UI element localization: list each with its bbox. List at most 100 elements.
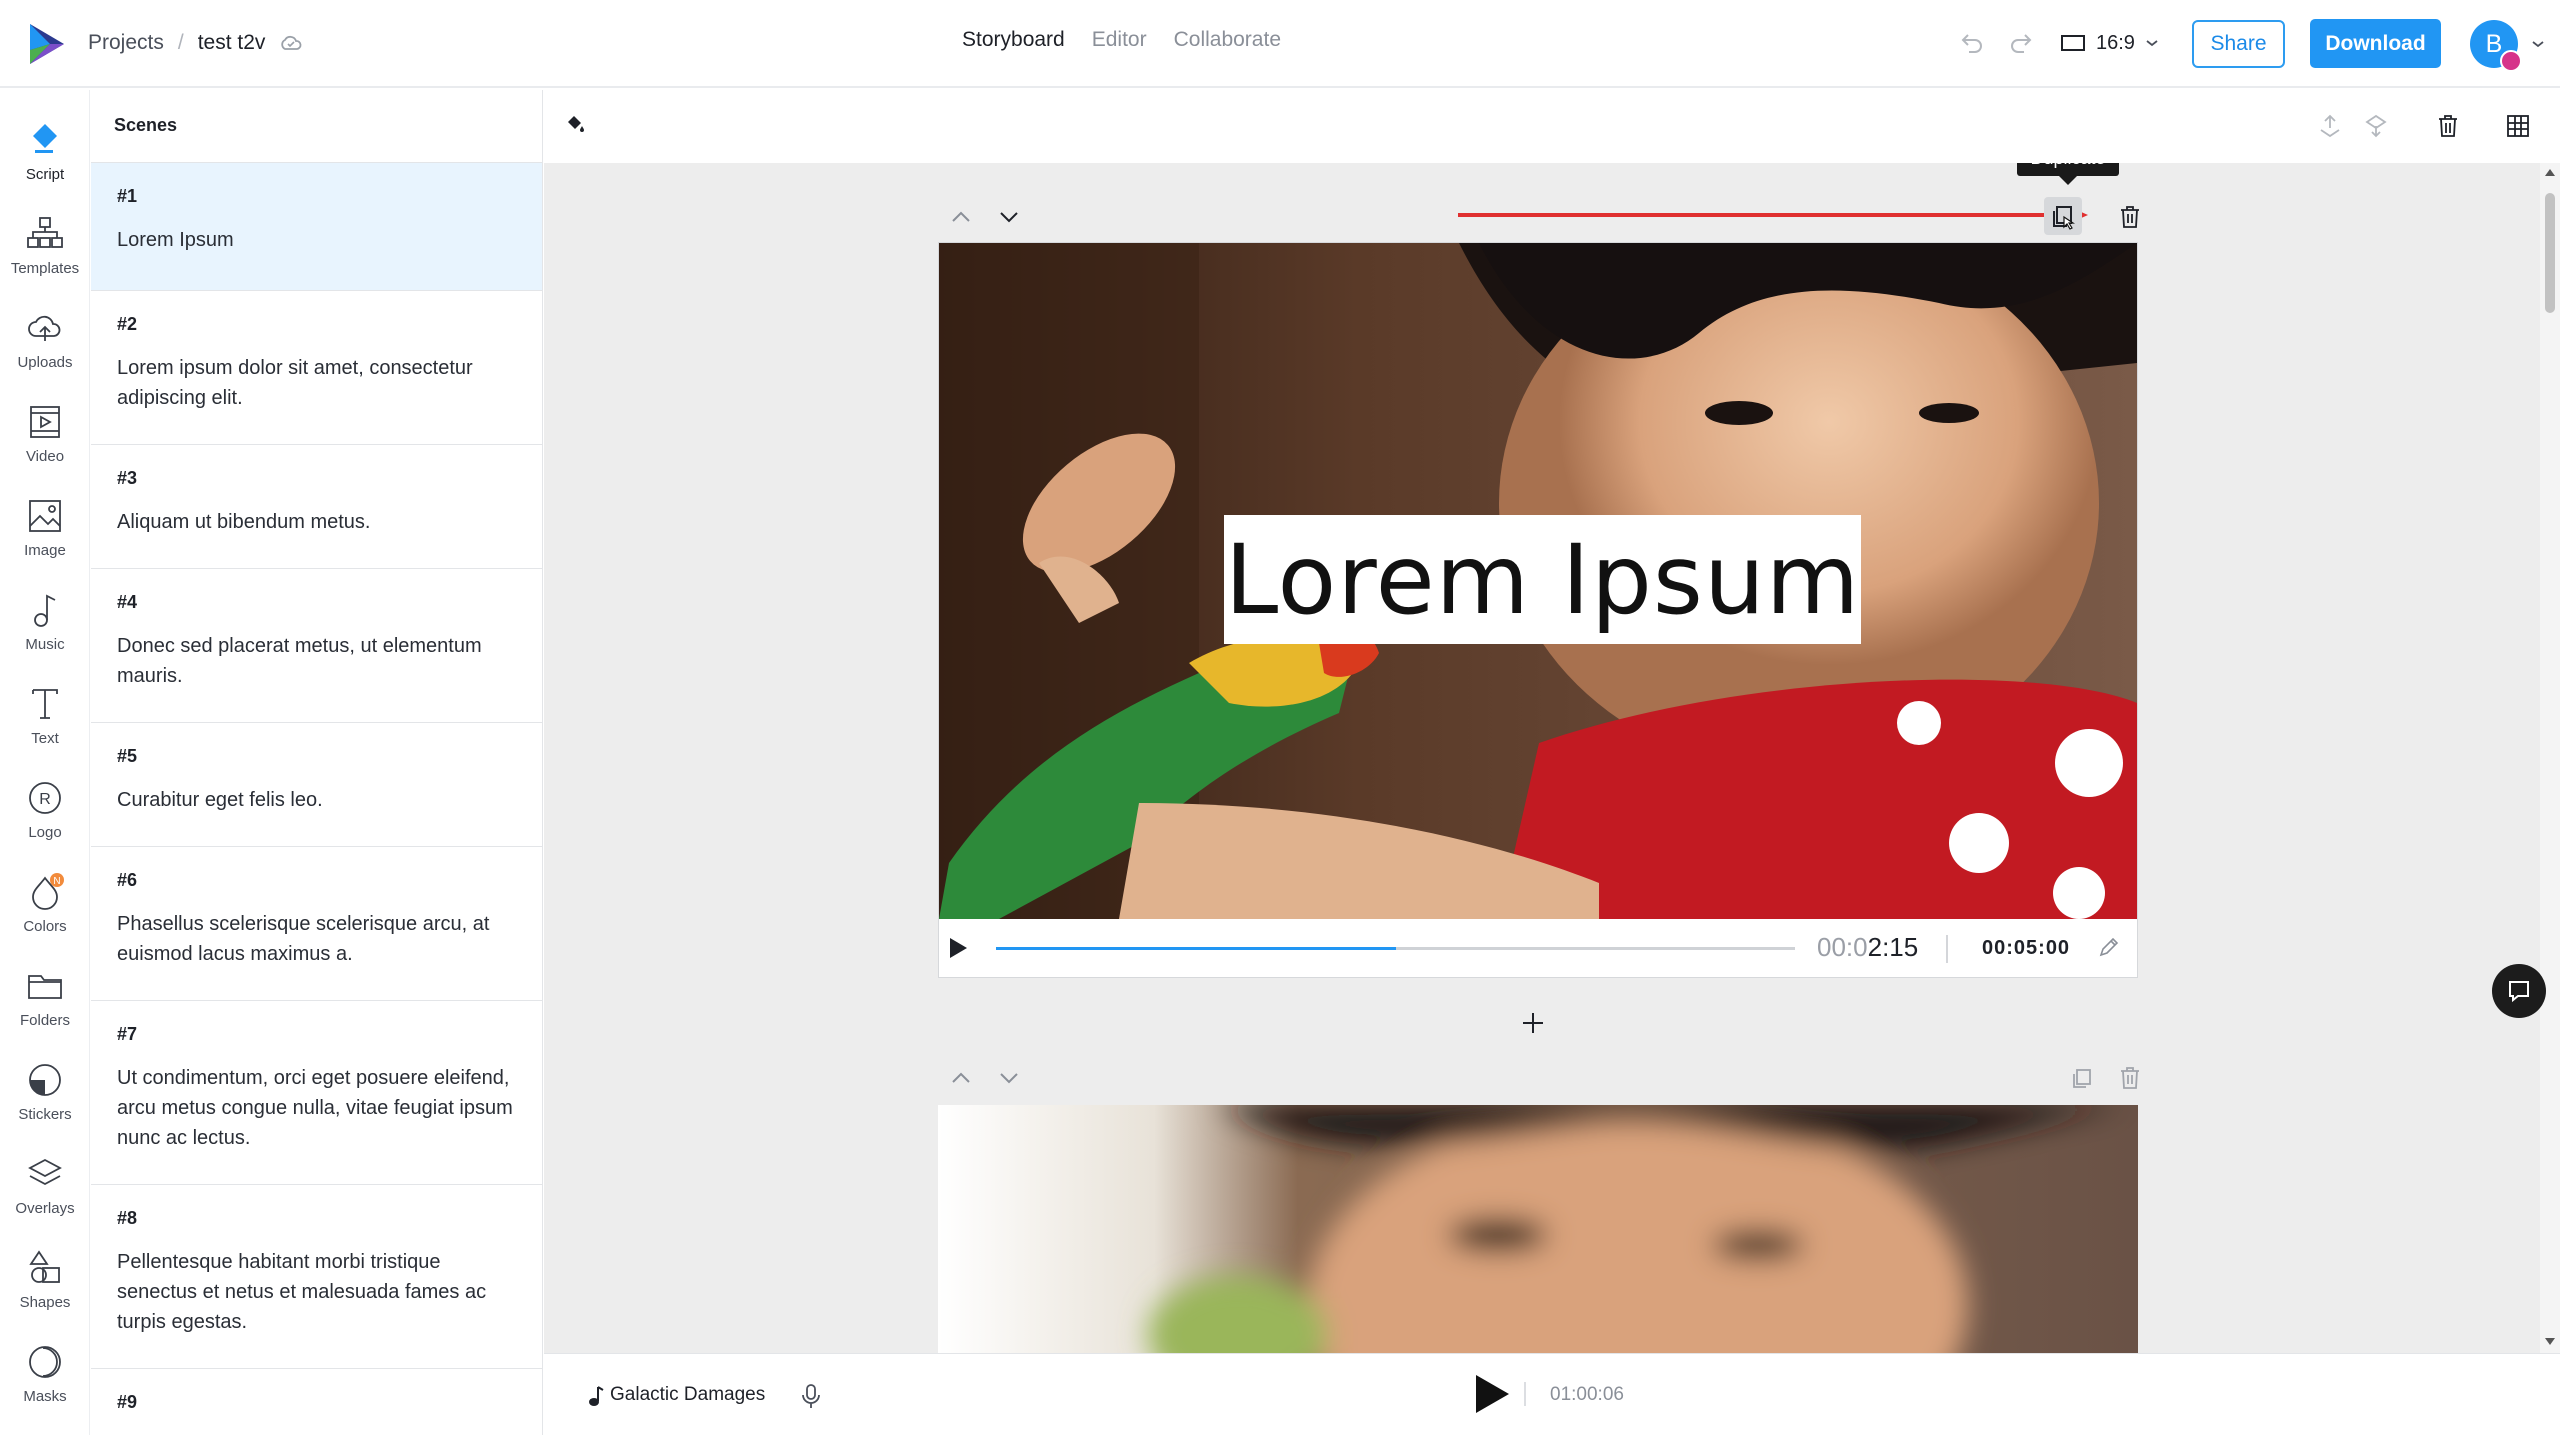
scene-item-1[interactable]: #1 Lorem Ipsum: [91, 163, 542, 291]
progress-bar[interactable]: [996, 947, 1795, 950]
scene-text[interactable]: Pellentesque habitant morbi tristique se…: [117, 1247, 518, 1357]
paint-bucket-icon[interactable]: [564, 112, 586, 134]
scene-item-7[interactable]: #7 Ut condimentum, orci eget posuere ele…: [91, 1001, 542, 1185]
rail-label: Text: [31, 730, 59, 747]
scene-card-2[interactable]: [938, 1105, 2138, 1353]
scene-number: #2: [117, 314, 138, 334]
scene-text[interactable]: Ut condimentum, orci eget posuere eleife…: [117, 1063, 518, 1173]
scene-item-2[interactable]: #2 Lorem ipsum dolor sit amet, consectet…: [91, 291, 542, 445]
rail-item-templates[interactable]: Templates: [0, 202, 90, 296]
download-button[interactable]: Download: [2310, 19, 2441, 68]
rail-item-stickers[interactable]: Stickers: [0, 1048, 90, 1142]
delete-scene-icon[interactable]: [2117, 204, 2143, 230]
rail-item-overlays[interactable]: Overlays: [0, 1142, 90, 1236]
scene-text[interactable]: Lorem Ipsum: [117, 225, 518, 275]
rail-item-script[interactable]: Script: [0, 108, 90, 202]
microphone-icon[interactable]: [800, 1382, 822, 1410]
background-music-title[interactable]: Galactic Damages: [610, 1384, 765, 1406]
current-time-value: 2:15: [1867, 932, 1919, 962]
chevron-down-icon[interactable]: [996, 1065, 1022, 1091]
main-play-icon[interactable]: [1472, 1372, 1512, 1416]
scene-text[interactable]: Donec sed placerat metus, ut elementum m…: [117, 631, 518, 711]
rail-label: Shapes: [19, 1294, 71, 1311]
scene-item-9[interactable]: #9: [91, 1369, 542, 1435]
view-tabs: Storyboard Editor Collaborate: [962, 28, 1281, 52]
rail-item-text[interactable]: Text: [0, 672, 90, 766]
scene-text[interactable]: Phasellus scelerisque scelerisque arcu, …: [117, 909, 518, 989]
rail-item-music[interactable]: Music: [0, 578, 90, 672]
rail-item-masks[interactable]: Masks: [0, 1330, 90, 1424]
scrollbar-thumb[interactable]: [2545, 193, 2555, 313]
rail-item-image[interactable]: Image: [0, 484, 90, 578]
aspect-ratio-select[interactable]: 16:9: [2060, 28, 2159, 58]
scene-item-6[interactable]: #6 Phasellus scelerisque scelerisque arc…: [91, 847, 542, 1001]
scroll-up-arrow-icon[interactable]: [2544, 167, 2556, 177]
duplicate-button[interactable]: [2044, 197, 2082, 235]
scene-text[interactable]: Curabitur eget felis leo.: [117, 785, 518, 835]
folder-icon: [28, 975, 62, 999]
redo-icon[interactable]: [2008, 28, 2038, 58]
scene-image: [938, 1105, 2138, 1353]
rail-label: Image: [24, 542, 66, 559]
chevron-up-icon[interactable]: [948, 204, 974, 230]
current-time: 00:02:15: [1817, 932, 1918, 963]
move-down-icon[interactable]: [2362, 112, 2390, 140]
rail-item-logo[interactable]: R Logo: [0, 766, 90, 860]
scene-playbar: 00:02:15 00:05:00: [939, 919, 2137, 977]
scene-text[interactable]: Lorem ipsum dolor sit amet, consectetur …: [117, 353, 518, 433]
scene-duration: 00:05:00: [1982, 937, 2071, 959]
top-bar: Projects / test t2v Storyboard Editor Co…: [0, 0, 2560, 88]
tooltip-arrow: [2059, 176, 2077, 185]
delete-scene-icon[interactable]: [2117, 1065, 2143, 1091]
scene-number: #4: [117, 592, 138, 612]
rail-label: Masks: [23, 1388, 67, 1405]
tooltip-text: Duplicate: [2017, 163, 2119, 176]
rail-item-shapes[interactable]: Shapes: [0, 1236, 90, 1330]
rail-label: Stickers: [18, 1106, 72, 1123]
scene-item-5[interactable]: #5 Curabitur eget felis leo.: [91, 723, 542, 847]
play-icon[interactable]: [947, 936, 969, 960]
tab-collaborate[interactable]: Collaborate: [1174, 28, 1281, 52]
app-logo-icon[interactable]: [24, 20, 68, 68]
scene-title-overlay[interactable]: Lorem Ipsum: [1224, 515, 1861, 644]
scene-card-1[interactable]: Lorem Ipsum 00:02:15 00:05:00: [938, 242, 2138, 978]
scenes-panel-title: Scenes: [91, 90, 542, 163]
breadcrumb-projects-link[interactable]: Projects: [88, 31, 164, 55]
crown-badge-icon: [2500, 50, 2522, 72]
rail-item-folders[interactable]: Folders: [0, 954, 90, 1048]
delete-icon[interactable]: [2434, 112, 2462, 140]
share-button[interactable]: Share: [2192, 20, 2285, 68]
scene-number: #5: [117, 746, 138, 766]
scene-item-3[interactable]: #3 Aliquam ut bibendum metus.: [91, 445, 542, 569]
colors-icon: N: [32, 873, 64, 910]
canvas-scrollbar[interactable]: [2540, 163, 2560, 1353]
chevron-up-icon[interactable]: [948, 1065, 974, 1091]
rail-label: Templates: [10, 260, 80, 277]
scroll-down-arrow-icon[interactable]: [2544, 1337, 2556, 1347]
chat-support-button[interactable]: [2492, 964, 2546, 1018]
scene-image[interactable]: Lorem Ipsum: [939, 243, 2137, 919]
scene-item-8[interactable]: #8 Pellentesque habitant morbi tristique…: [91, 1185, 542, 1369]
rail-item-colors[interactable]: N Colors: [0, 860, 90, 954]
account-chevron-down-icon[interactable]: [2530, 38, 2546, 50]
scene-item-4[interactable]: #4 Donec sed placerat metus, ut elementu…: [91, 569, 542, 723]
rail-label: Overlays: [15, 1200, 75, 1217]
rail-label: Colors: [23, 918, 67, 935]
rail-item-uploads[interactable]: Uploads: [0, 296, 90, 390]
pencil-icon[interactable]: [2097, 937, 2119, 959]
grid-icon[interactable]: [2504, 112, 2532, 140]
move-up-icon[interactable]: [2316, 112, 2344, 140]
project-name[interactable]: test t2v: [198, 31, 266, 55]
scene-number: #8: [117, 1208, 138, 1228]
chevron-down-icon[interactable]: [996, 204, 1022, 230]
rail-item-video[interactable]: Video: [0, 390, 90, 484]
chevron-down-icon: [2146, 40, 2158, 47]
scene-text[interactable]: Aliquam ut bibendum metus.: [117, 507, 518, 557]
storyboard-canvas: Duplicate: [544, 163, 2540, 1353]
tab-storyboard[interactable]: Storyboard: [962, 28, 1065, 52]
tab-editor[interactable]: Editor: [1092, 28, 1147, 52]
duplicate-icon[interactable]: [2069, 1065, 2095, 1091]
add-scene-plus-icon[interactable]: [1518, 1008, 1548, 1038]
undo-icon[interactable]: [1955, 28, 1985, 58]
cloud-saved-icon: [279, 34, 303, 52]
